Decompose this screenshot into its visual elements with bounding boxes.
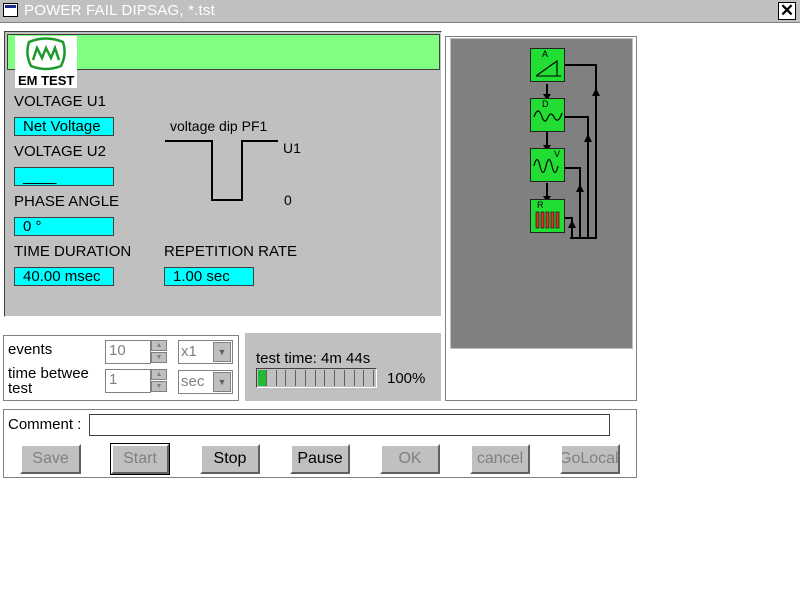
progress-segment (287, 370, 296, 386)
progress-bar (256, 368, 377, 388)
cancel-button[interactable]: cancel (470, 444, 530, 474)
time-between-unit-select[interactable]: sec ▼ (178, 370, 233, 394)
time-duration-label: TIME DURATION (14, 243, 132, 260)
events-label: events (8, 341, 53, 358)
voltage-u2-field[interactable]: ____ (14, 167, 114, 186)
repetition-rate-label: REPETITION RATE (164, 243, 298, 260)
logo-mark-icon (26, 37, 66, 71)
block-v-label: V (554, 149, 561, 159)
voltage-u2-label: VOLTAGE U2 (14, 143, 106, 160)
progress-percent: 100% (387, 370, 426, 387)
waveform-zero-label: 0 (284, 192, 292, 208)
block-a-label: A (542, 49, 549, 59)
pulse-train-icon (535, 211, 560, 229)
em-test-logo: EM TEST (15, 36, 77, 88)
progress-segment (365, 370, 374, 386)
progress-segments (258, 370, 375, 386)
chevron-down-icon[interactable]: ▼ (213, 372, 231, 392)
close-button[interactable]: ✕ (778, 2, 796, 20)
comment-label: Comment : (8, 416, 82, 433)
progress-segment (316, 370, 326, 386)
block-d-label: D (542, 99, 549, 109)
progress-segment (258, 370, 267, 386)
golocal-button[interactable]: GoLocal (560, 444, 620, 474)
dip-waveform (165, 140, 278, 201)
progress-segment (267, 370, 277, 386)
time-duration-field[interactable]: 40.00 msec (14, 267, 114, 286)
stop-button[interactable]: Stop (200, 444, 260, 474)
voltage-u1-field[interactable]: Net Voltage (14, 117, 114, 136)
chevron-down-icon[interactable]: ▼ (213, 342, 231, 362)
time-between-down-button[interactable]: ▼ (151, 381, 167, 392)
signal-flow-diagram (543, 64, 600, 239)
events-input[interactable]: 10 (105, 340, 151, 364)
logo-text: EM TEST (18, 73, 75, 88)
voltage-u1-label: VOLTAGE U1 (14, 93, 106, 110)
events-multiplier-select[interactable]: x1 ▼ (178, 340, 233, 364)
progress-segment (355, 370, 365, 386)
events-multiplier-value: x1 (181, 343, 197, 360)
block-r-label: R (537, 200, 544, 210)
ok-button[interactable]: OK (380, 444, 440, 474)
time-between-unit-value: sec (181, 373, 205, 390)
system-menu-icon[interactable] (3, 3, 18, 17)
time-between-input[interactable]: 1 (105, 369, 151, 393)
progress-segment (306, 370, 316, 386)
events-down-button[interactable]: ▼ (151, 352, 167, 363)
start-button[interactable]: Start (110, 443, 170, 475)
test-status-panel (245, 333, 441, 401)
comment-input[interactable] (89, 414, 610, 436)
phase-angle-label: PHASE ANGLE (14, 193, 120, 210)
test-time-label: test time: 4m 44s (256, 350, 371, 367)
repetition-rate-field[interactable]: 1.00 sec (164, 267, 254, 286)
diagram-block-d[interactable]: D (530, 98, 565, 132)
time-between-label-line2: test (8, 380, 33, 397)
progress-segment (277, 370, 287, 386)
progress-segment (345, 370, 355, 386)
title-bar: POWER FAIL DIPSAG, *.tst ✕ (0, 0, 800, 23)
waveform-u1-label: U1 (283, 140, 301, 156)
diagram-block-v[interactable]: V (530, 148, 565, 182)
progress-segment (297, 370, 306, 386)
time-between-up-button[interactable]: ▲ (151, 369, 167, 380)
progress-segment (336, 370, 345, 386)
events-up-button[interactable]: ▲ (151, 340, 167, 351)
phase-angle-field[interactable]: 0 ° (14, 217, 114, 236)
diagram-block-a[interactable]: A (530, 48, 565, 82)
waveform-title: voltage dip PF1 (170, 118, 268, 134)
save-button[interactable]: Save (20, 444, 81, 474)
diagram-block-r[interactable]: R (530, 199, 565, 233)
progress-segment (326, 370, 335, 386)
window-title: POWER FAIL DIPSAG, *.tst (24, 2, 215, 19)
pause-button[interactable]: Pause (290, 444, 350, 474)
